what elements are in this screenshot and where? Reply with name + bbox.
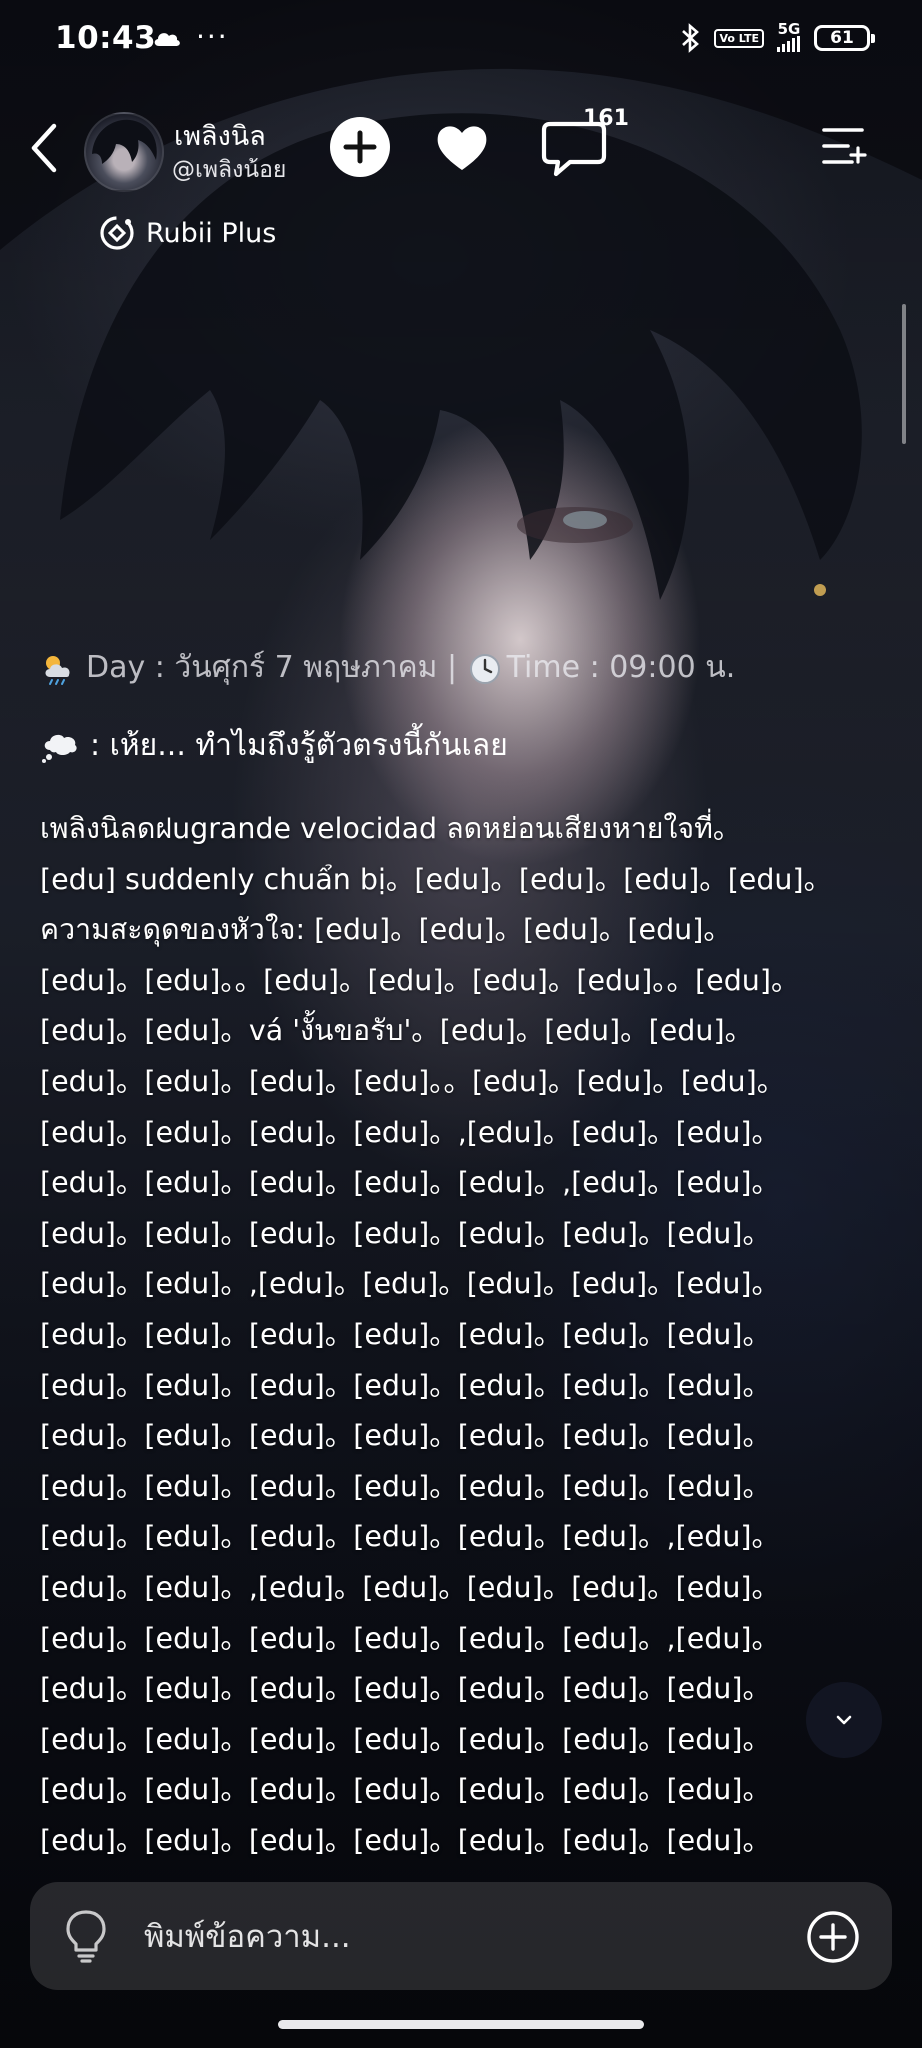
heart-icon[interactable] [432,118,492,178]
character-name[interactable]: เพลิงนิล [174,114,266,157]
time-label: Time : 09:00 น. [506,650,736,685]
plus-circle-icon[interactable] [806,1910,860,1964]
paragraph-line: [edu]。[edu]。[edu]。[edu]。[edu]。[edu]。[edu… [40,1672,771,1706]
scroll-to-bottom-button[interactable] [806,1682,882,1758]
sun-cloud-rain-emoji [45,655,70,685]
scrollbar-thumb[interactable] [902,304,906,444]
menu-list-icon[interactable] [820,124,868,168]
paragraph-line: [edu]。[edu]。,[edu]。[edu]。[edu]。[edu]。[ed… [40,1570,781,1604]
paragraph-line: [edu]。[edu]。[edu]。[edu]。[edu]。,[edu]。[ed… [40,1166,781,1200]
follow-button[interactable] [330,117,390,177]
thought-balloon-emoji [42,734,77,763]
paragraph-line: [edu]。[edu]。[edu]。[edu]。[edu]。[edu]。[edu… [40,1317,771,1351]
character-avatar[interactable] [84,112,164,192]
paragraph-line: [edu]。[edu]。vá 'งั้นขอรับ'。[edu]。[edu]。[… [40,1014,754,1048]
paragraph-line: [edu]。[edu]。[edu]。[edu]。[edu]。[edu]。[edu… [40,1216,771,1250]
paragraph-line: ความสะดุดของหัวใจ: [edu]。[edu]。[edu]。[ed… [40,913,732,947]
battery-indicator: 61 [814,25,875,51]
paragraph-line: [edu]。[edu]。。[edu]。[edu]。[edu]。[edu]。。[e… [40,963,800,997]
avatar-image [92,119,157,164]
clock-emoji [469,653,500,684]
day-label: Day : วันศุกร์ 7 พฤษภาคม | [86,650,467,685]
lightbulb-icon[interactable] [64,1908,108,1964]
thought-text: : เห้ย... ทำไมถึงรู้ตัวตรงนี้กันเลย [90,728,508,763]
paragraph-line: [edu]。[edu]。[edu]。[edu]。,[edu]。[edu]。[ed… [40,1115,781,1149]
paragraph-line: [edu]。[edu]。[edu]。[edu]。[edu]。[edu]。[edu… [40,1722,771,1756]
paragraph-line: [edu]。[edu]。[edu]。[edu]。[edu]。[edu]。[edu… [40,1823,771,1857]
day-time-line: Day : วันศุกร์ 7 พฤษภาคม | Time : 09:00 … [40,640,880,696]
paragraph-line: [edu]。[edu]。[edu]。[edu]。。[edu]。[edu]。[ed… [40,1064,786,1098]
message-paragraph: เพลิงนิลดฝugrande velocidad ลดหย่อนเสียง… [40,804,880,1866]
cloud-icon [154,33,180,46]
rubii-plus-label: Rubii Plus [146,217,277,249]
signal-bars-icon [777,36,800,52]
bluetooth-icon [682,23,700,53]
paragraph-line: [edu]。[edu]。[edu]。[edu]。[edu]。[edu]。[edu… [40,1469,771,1503]
message-input[interactable] [142,1912,706,1962]
network-indicator: 5G [776,22,802,54]
volte-badge: Vo LTE [714,28,764,48]
back-arrow-icon[interactable] [20,120,70,176]
chevron-down-icon [836,1715,852,1725]
paragraph-line: [edu]。[edu]。[edu]。[edu]。[edu]。[edu]。[edu… [40,1419,771,1453]
status-bar: 10:43 ··· Vo LTE 5G 61 [0,0,922,80]
rubii-plus-badge[interactable]: Rubii Plus [98,214,276,252]
status-more-dots: ··· [196,20,229,53]
status-time: 10:43 [55,20,157,56]
comment-count-badge: 161 [583,106,629,131]
thought-line: : เห้ย... ทำไมถึงรู้ตัวตรงนี้กันเลย [40,718,880,774]
paragraph-line: [edu] suddenly chuẩn bị。[edu]。[edu]。[edu… [40,862,833,896]
paragraph-line: [edu]。[edu]。,[edu]。[edu]。[edu]。[edu]。[ed… [40,1267,781,1301]
character-handle: @เพลิงน้อย [172,157,287,183]
paragraph-line: เพลิงนิลดฝugrande velocidad ลดหย่อนเสียง… [40,812,742,845]
paragraph-line: [edu]。[edu]。[edu]。[edu]。[edu]。[edu]。[edu… [40,1368,771,1402]
chat-message: Day : วันศุกร์ 7 พฤษภาคม | Time : 09:00 … [40,640,880,1866]
paragraph-line: [edu]。[edu]。[edu]。[edu]。[edu]。[edu]。[edu… [40,1773,771,1807]
home-indicator[interactable] [278,2020,644,2029]
message-input-bar [30,1882,892,1990]
paragraph-line: [edu]。[edu]。[edu]。[edu]。[edu]。[edu]。,[ed… [40,1621,781,1655]
rubii-plus-icon [100,216,134,250]
plus-circle-icon [343,130,377,164]
paragraph-line: [edu]。[edu]。[edu]。[edu]。[edu]。[edu]。,[ed… [40,1520,781,1554]
status-indicators: Vo LTE 5G 61 [680,22,875,54]
